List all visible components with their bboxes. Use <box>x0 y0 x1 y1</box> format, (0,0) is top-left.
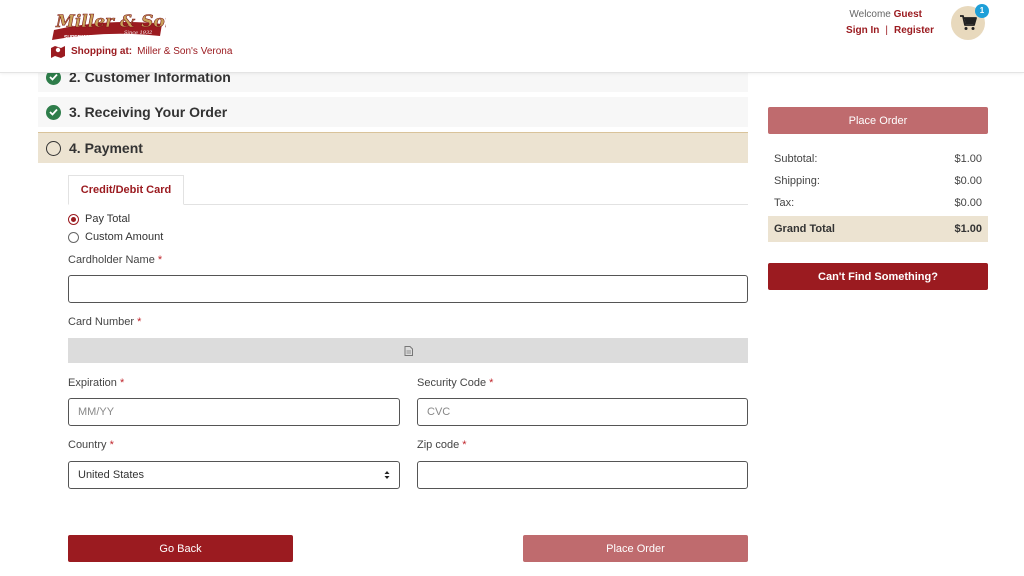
radio-pay-total[interactable]: Pay Total <box>68 213 130 225</box>
logo-subtitle: SUPERMARKET <box>64 35 103 41</box>
check-circle-icon <box>46 104 61 120</box>
sign-in-link[interactable]: Sign In <box>846 25 879 36</box>
step-title: 4. Payment <box>69 140 143 156</box>
auth-links: Sign In | Register <box>846 25 934 36</box>
tab-credit-debit-card[interactable]: Credit/Debit Card <box>68 175 184 205</box>
miller-sons-logo[interactable]: Miller & Sons SUPERMARKET Since 1932 <box>50 8 166 42</box>
cart-count-badge: 1 <box>975 4 989 18</box>
logo-text: Miller & Sons <box>55 12 166 32</box>
summary-row-subtotal: Subtotal: $1.00 <box>774 153 982 165</box>
shopping-at-store[interactable]: Shopping at: Miller & Son's Verona <box>50 45 232 58</box>
document-icon <box>404 345 413 356</box>
card-number-input[interactable] <box>68 338 748 363</box>
payment-tabs: Credit/Debit Card <box>68 175 748 205</box>
summary-row-shipping: Shipping: $0.00 <box>774 175 982 187</box>
step-receiving-order[interactable]: 3. Receiving Your Order <box>38 97 748 127</box>
welcome-text: Welcome <box>849 9 891 20</box>
select-arrows-icon <box>384 471 390 479</box>
zip-code-label: Zip code * <box>417 439 467 451</box>
welcome-message: Welcome Guest <box>849 9 922 20</box>
step-payment[interactable]: 4. Payment <box>38 132 748 163</box>
security-code-label: Security Code * <box>417 377 494 389</box>
auth-separator: | <box>885 25 888 36</box>
welcome-user: Guest <box>893 9 922 20</box>
cant-find-something-button[interactable]: Can't Find Something? <box>768 263 988 290</box>
radio-label: Pay Total <box>85 213 131 225</box>
empty-circle-icon <box>46 140 61 156</box>
store-name: Miller & Son's Verona <box>137 46 233 57</box>
country-value: United States <box>78 469 145 481</box>
card-number-label: Card Number * <box>68 316 142 328</box>
step-title: 3. Receiving Your Order <box>69 104 228 120</box>
register-link[interactable]: Register <box>894 25 934 36</box>
radio-custom-amount[interactable]: Custom Amount <box>68 231 163 243</box>
shopping-cart-icon <box>960 15 977 30</box>
place-order-button-top[interactable]: Place Order <box>768 107 988 134</box>
map-marker-icon <box>51 46 65 58</box>
radio-label: Custom Amount <box>85 231 164 243</box>
cardholder-name-input[interactable] <box>68 275 748 303</box>
country-select[interactable]: United States <box>68 461 400 489</box>
cardholder-name-label: Cardholder Name * <box>68 254 163 266</box>
summary-row-grand-total: Grand Total $1.00 <box>768 216 988 242</box>
zip-code-input[interactable] <box>417 461 748 489</box>
expiration-label: Expiration * <box>68 377 125 389</box>
shopping-at-label: Shopping at: <box>71 46 133 57</box>
security-code-input[interactable] <box>417 398 748 426</box>
radio-unselected-icon[interactable] <box>68 231 79 243</box>
go-back-button[interactable]: Go Back <box>68 535 293 562</box>
country-label: Country * <box>68 439 114 451</box>
place-order-button-bottom[interactable]: Place Order <box>523 535 748 562</box>
logo-since: Since 1932 <box>124 30 152 36</box>
expiration-input[interactable] <box>68 398 400 426</box>
radio-selected-icon[interactable] <box>68 213 79 225</box>
order-summary: Subtotal: $1.00 Shipping: $0.00 Tax: $0.00 … <box>768 148 988 242</box>
site-header: Miller & Sons SUPERMARKET Since 1932 Sho… <box>0 0 1024 73</box>
summary-row-tax: Tax: $0.00 <box>774 197 982 209</box>
